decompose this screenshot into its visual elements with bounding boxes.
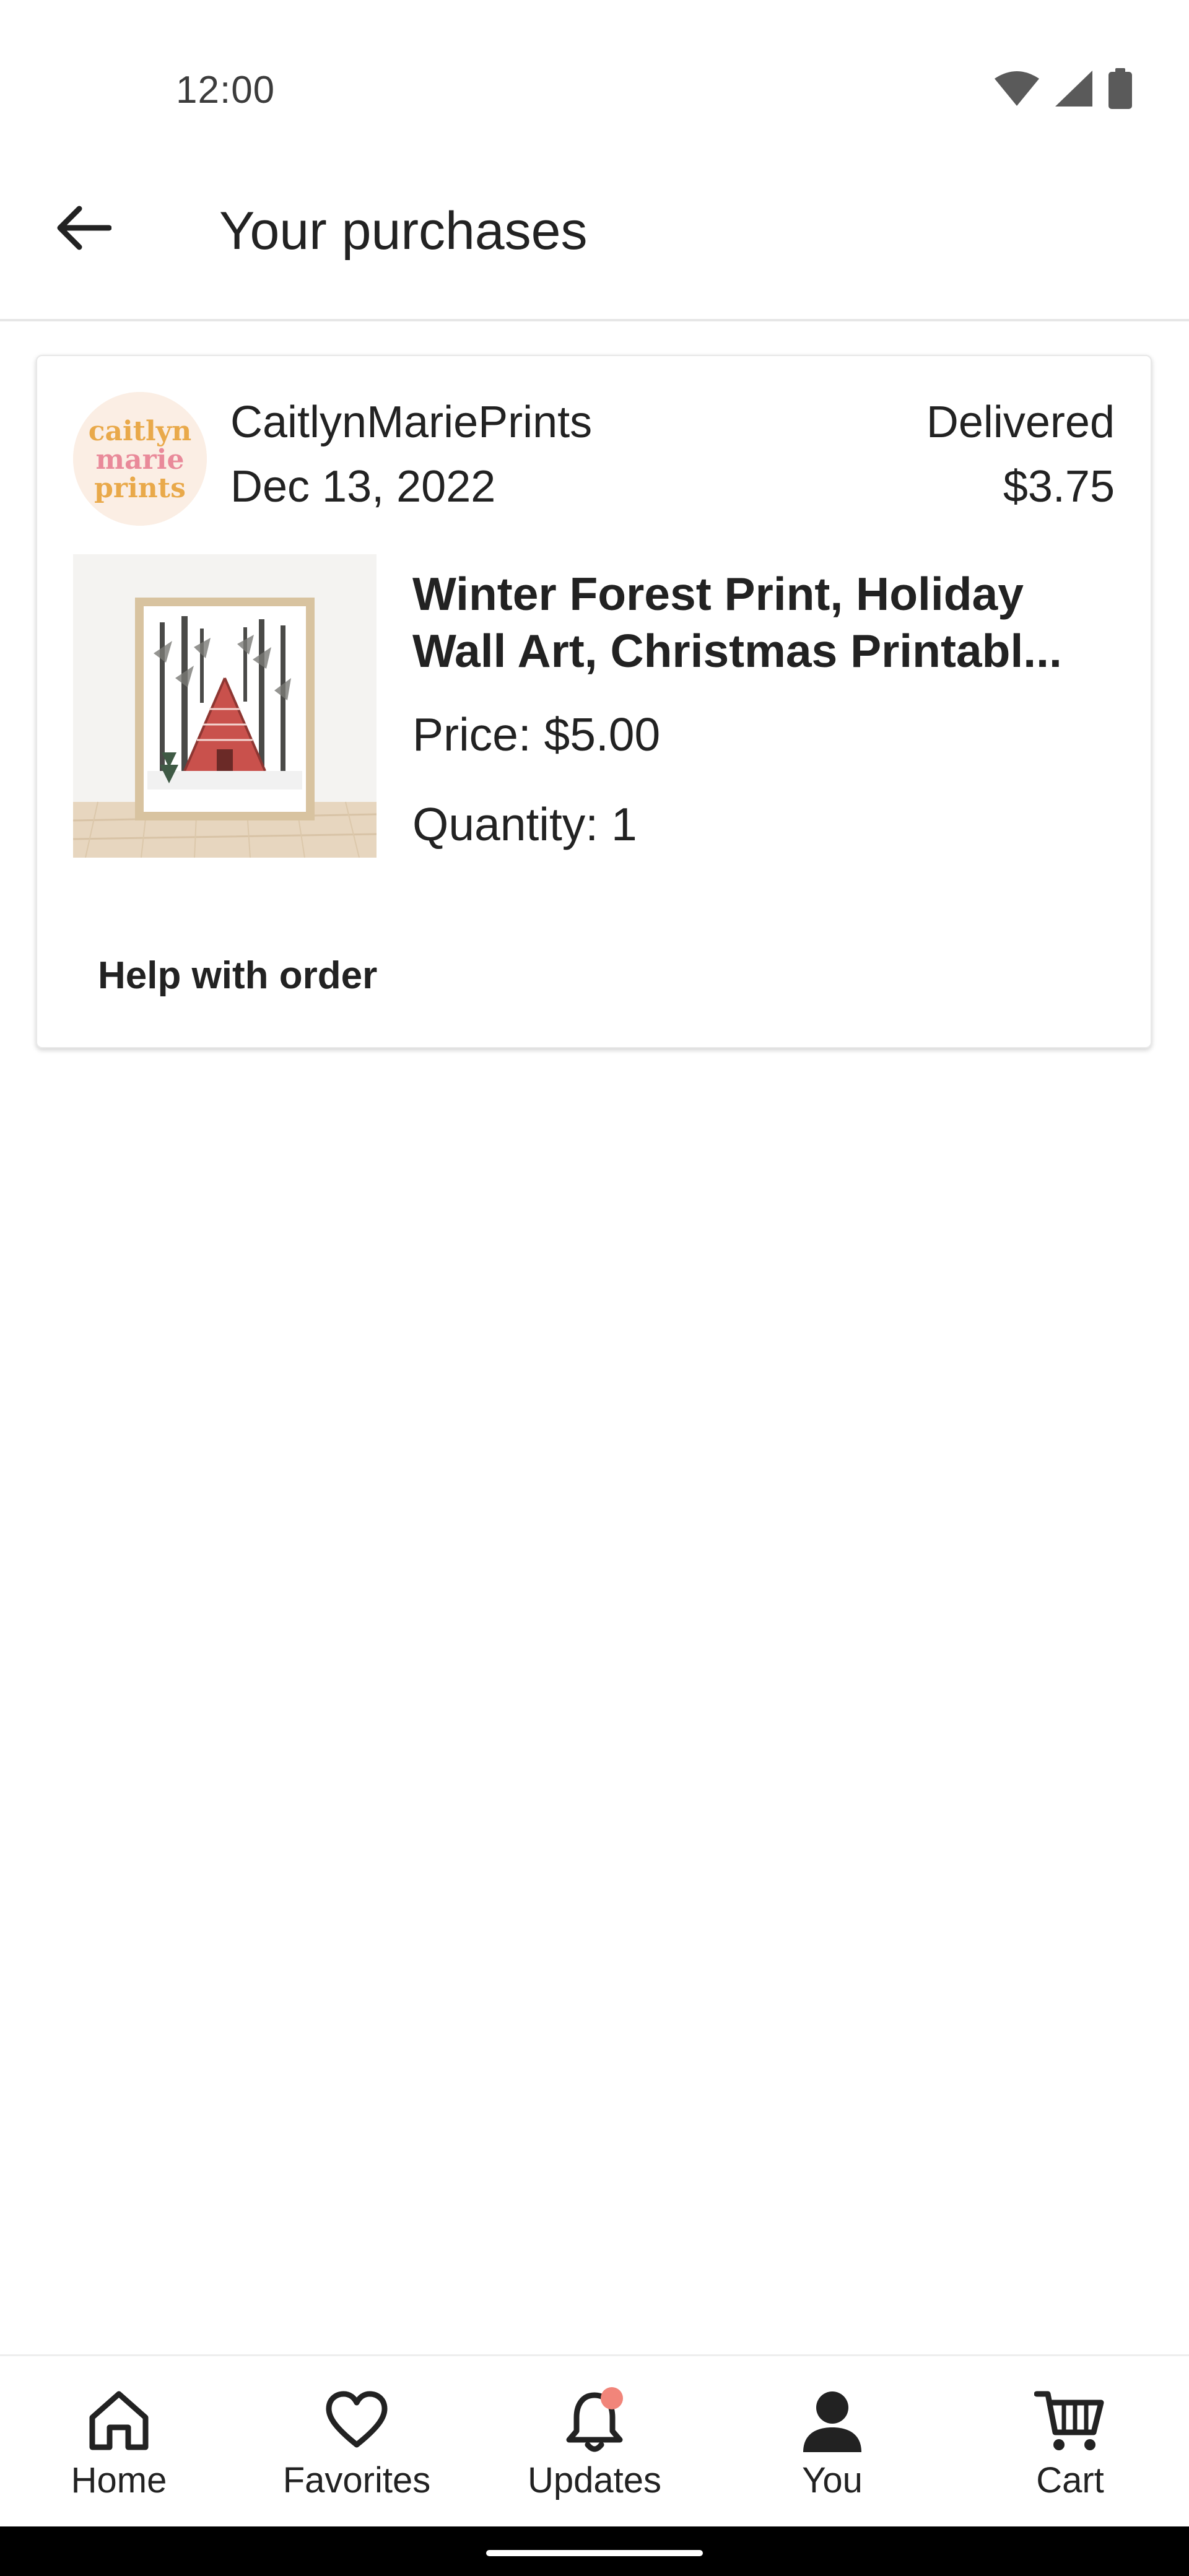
nav-label-you: You	[802, 2460, 863, 2500]
shop-avatar[interactable]: caitlyn marie prints	[73, 392, 207, 526]
back-button[interactable]	[43, 189, 124, 269]
battery-icon	[1107, 67, 1133, 112]
nav-label-home: Home	[71, 2460, 167, 2500]
order-date: Dec 13, 2022	[230, 462, 496, 511]
nav-item-updates[interactable]: Updates	[476, 2356, 713, 2528]
bottom-nav: Home Favorites Updates You Cart	[0, 2354, 1189, 2528]
wifi-icon	[993, 70, 1040, 110]
arrow-left-icon	[56, 205, 112, 254]
app-bar: Your purchases	[0, 155, 1189, 321]
nav-item-cart[interactable]: Cart	[951, 2356, 1189, 2528]
listing-price: Price: $5.00	[412, 708, 661, 760]
svg-text:prints: prints	[94, 472, 186, 504]
svg-text:marie: marie	[96, 444, 185, 476]
gesture-bar	[0, 2526, 1189, 2576]
nav-label-cart: Cart	[1036, 2460, 1104, 2500]
listing-title[interactable]: Winter Forest Print, Holiday Wall Art, C…	[412, 565, 1118, 679]
cart-icon	[1033, 2383, 1107, 2458]
page-title: Your purchases	[219, 201, 588, 261]
bell-icon	[557, 2383, 632, 2458]
order-card[interactable]: caitlyn marie prints CaitlynMariePrints …	[36, 355, 1152, 1048]
home-icon	[82, 2383, 156, 2458]
listing-quantity: Quantity: 1	[412, 798, 637, 850]
svg-text:caitlyn: caitlyn	[89, 416, 192, 447]
heart-icon	[320, 2383, 394, 2458]
nav-label-favorites: Favorites	[282, 2460, 431, 2500]
nav-item-home[interactable]: Home	[0, 2356, 238, 2528]
home-gesture-handle[interactable]	[486, 2550, 703, 2556]
signal-icon	[1054, 69, 1094, 111]
order-status: Delivered	[926, 398, 1115, 447]
shop-name[interactable]: CaitlynMariePrints	[230, 398, 592, 447]
nav-label-updates: Updates	[527, 2460, 662, 2500]
nav-item-you[interactable]: You	[713, 2356, 951, 2528]
status-time: 12:00	[176, 69, 276, 111]
status-icons	[993, 67, 1133, 112]
nav-item-favorites[interactable]: Favorites	[238, 2356, 476, 2528]
notification-dot	[601, 2387, 623, 2409]
listing-image[interactable]	[73, 554, 377, 858]
person-icon	[795, 2383, 869, 2458]
help-with-order-button[interactable]: Help with order	[73, 938, 402, 1012]
order-total: $3.75	[1003, 462, 1115, 511]
status-bar: 12:00	[0, 0, 1189, 155]
shop-logo: caitlyn marie prints	[73, 392, 207, 526]
